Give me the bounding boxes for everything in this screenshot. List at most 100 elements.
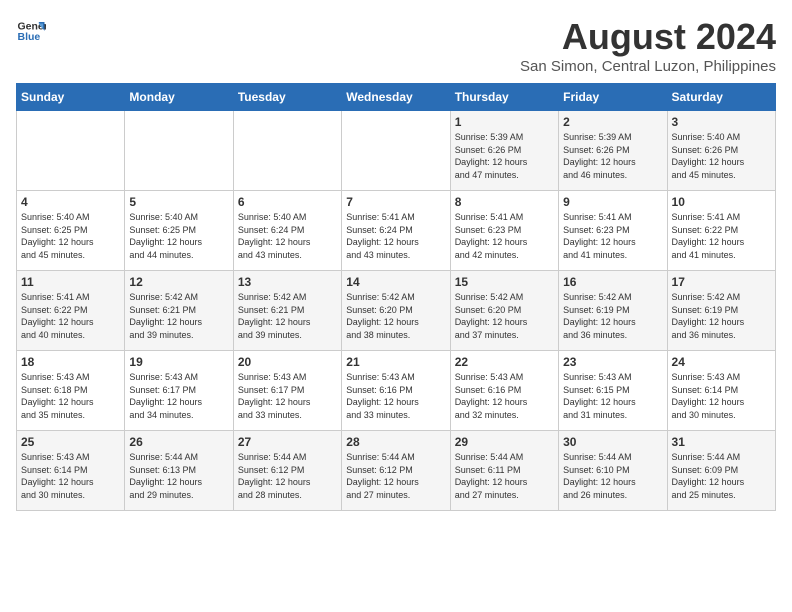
weekday-header-thursday: Thursday: [450, 84, 558, 111]
calendar-table: SundayMondayTuesdayWednesdayThursdayFrid…: [16, 83, 776, 511]
location: San Simon, Central Luzon, Philippines: [520, 58, 776, 75]
day-info: Sunrise: 5:43 AM Sunset: 6:15 PM Dayligh…: [563, 371, 662, 421]
month-year: August 2024: [520, 16, 776, 58]
weekday-header-wednesday: Wednesday: [342, 84, 450, 111]
day-number: 9: [563, 195, 662, 209]
calendar-cell: 23 Sunrise: 5:43 AM Sunset: 6:15 PM Dayli…: [559, 351, 667, 431]
day-number: 4: [21, 195, 120, 209]
day-number: 16: [563, 275, 662, 289]
calendar-cell: 27Sunrise: 5:44 AM Sunset: 6:12 PM Dayli…: [233, 431, 341, 511]
day-info: Sunrise: 5:42 AM Sunset: 6:20 PM Dayligh…: [455, 291, 554, 341]
calendar-cell: 8Sunrise: 5:41 AM Sunset: 6:23 PM Daylig…: [450, 191, 558, 271]
calendar-cell: 21 Sunrise: 5:43 AM Sunset: 6:16 PM Dayli…: [342, 351, 450, 431]
calendar-cell: 14 Sunrise: 5:42 AM Sunset: 6:20 PM Dayli…: [342, 271, 450, 351]
day-number: 6: [238, 195, 337, 209]
day-info: Sunrise: 5:41 AM Sunset: 6:22 PM Dayligh…: [672, 211, 771, 261]
day-info: Sunrise: 5:41 AM Sunset: 6:23 PM Dayligh…: [455, 211, 554, 261]
day-info: Sunrise: 5:42 AM Sunset: 6:19 PM Dayligh…: [672, 291, 771, 341]
calendar-week-1: 1Sunrise: 5:39 AM Sunset: 6:26 PM Daylig…: [17, 111, 776, 191]
day-number: 15: [455, 275, 554, 289]
calendar-cell: 22 Sunrise: 5:43 AM Sunset: 6:16 PM Dayli…: [450, 351, 558, 431]
day-number: 3: [672, 115, 771, 129]
day-info: Sunrise: 5:44 AM Sunset: 6:11 PM Dayligh…: [455, 451, 554, 501]
weekday-header-saturday: Saturday: [667, 84, 775, 111]
day-number: 30: [563, 435, 662, 449]
day-number: 25: [21, 435, 120, 449]
day-number: 13: [238, 275, 337, 289]
calendar-cell: 25 Sunrise: 5:43 AM Sunset: 6:14 PM Dayli…: [17, 431, 125, 511]
calendar-week-3: 11 Sunrise: 5:41 AM Sunset: 6:22 PM Dayli…: [17, 271, 776, 351]
calendar-cell: 19 Sunrise: 5:43 AM Sunset: 6:17 PM Dayli…: [125, 351, 233, 431]
day-info: Sunrise: 5:44 AM Sunset: 6:12 PM Dayligh…: [238, 451, 337, 501]
day-info: Sunrise: 5:41 AM Sunset: 6:22 PM Dayligh…: [21, 291, 120, 341]
calendar-cell: 7Sunrise: 5:41 AM Sunset: 6:24 PM Daylig…: [342, 191, 450, 271]
calendar-cell: 29 Sunrise: 5:44 AM Sunset: 6:11 PM Dayli…: [450, 431, 558, 511]
calendar-week-4: 18Sunrise: 5:43 AM Sunset: 6:18 PM Dayli…: [17, 351, 776, 431]
day-number: 14: [346, 275, 445, 289]
day-number: 18: [21, 355, 120, 369]
calendar-cell: 10 Sunrise: 5:41 AM Sunset: 6:22 PM Dayli…: [667, 191, 775, 271]
day-info: Sunrise: 5:43 AM Sunset: 6:14 PM Dayligh…: [21, 451, 120, 501]
calendar-cell: [233, 111, 341, 191]
calendar-cell: 17Sunrise: 5:42 AM Sunset: 6:19 PM Dayli…: [667, 271, 775, 351]
day-info: Sunrise: 5:44 AM Sunset: 6:10 PM Dayligh…: [563, 451, 662, 501]
page-header: General Blue August 2024 San Simon, Cent…: [16, 16, 776, 75]
weekday-header-row: SundayMondayTuesdayWednesdayThursdayFrid…: [17, 84, 776, 111]
weekday-header-tuesday: Tuesday: [233, 84, 341, 111]
svg-text:Blue: Blue: [18, 31, 41, 43]
calendar-cell: 3 Sunrise: 5:40 AM Sunset: 6:26 PM Daylig…: [667, 111, 775, 191]
day-info: Sunrise: 5:43 AM Sunset: 6:14 PM Dayligh…: [672, 371, 771, 421]
calendar-cell: 1Sunrise: 5:39 AM Sunset: 6:26 PM Daylig…: [450, 111, 558, 191]
day-number: 19: [129, 355, 228, 369]
logo-icon: General Blue: [16, 16, 46, 46]
day-info: Sunrise: 5:40 AM Sunset: 6:24 PM Dayligh…: [238, 211, 337, 261]
day-number: 20: [238, 355, 337, 369]
day-number: 12: [129, 275, 228, 289]
calendar-cell: 20Sunrise: 5:43 AM Sunset: 6:17 PM Dayli…: [233, 351, 341, 431]
calendar-cell: 5 Sunrise: 5:40 AM Sunset: 6:25 PM Daylig…: [125, 191, 233, 271]
day-number: 24: [672, 355, 771, 369]
day-number: 23: [563, 355, 662, 369]
day-info: Sunrise: 5:42 AM Sunset: 6:21 PM Dayligh…: [238, 291, 337, 341]
logo: General Blue: [16, 16, 46, 46]
day-number: 22: [455, 355, 554, 369]
calendar-cell: [125, 111, 233, 191]
day-info: Sunrise: 5:44 AM Sunset: 6:12 PM Dayligh…: [346, 451, 445, 501]
calendar-cell: 24 Sunrise: 5:43 AM Sunset: 6:14 PM Dayli…: [667, 351, 775, 431]
day-info: Sunrise: 5:40 AM Sunset: 6:25 PM Dayligh…: [129, 211, 228, 261]
day-info: Sunrise: 5:40 AM Sunset: 6:26 PM Dayligh…: [672, 131, 771, 181]
weekday-header-sunday: Sunday: [17, 84, 125, 111]
calendar-cell: 26 Sunrise: 5:44 AM Sunset: 6:13 PM Dayli…: [125, 431, 233, 511]
day-info: Sunrise: 5:43 AM Sunset: 6:16 PM Dayligh…: [455, 371, 554, 421]
day-number: 28: [346, 435, 445, 449]
day-info: Sunrise: 5:44 AM Sunset: 6:13 PM Dayligh…: [129, 451, 228, 501]
day-info: Sunrise: 5:43 AM Sunset: 6:17 PM Dayligh…: [129, 371, 228, 421]
day-info: Sunrise: 5:39 AM Sunset: 6:26 PM Dayligh…: [563, 131, 662, 181]
day-info: Sunrise: 5:44 AM Sunset: 6:09 PM Dayligh…: [672, 451, 771, 501]
day-number: 7: [346, 195, 445, 209]
calendar-cell: 6 Sunrise: 5:40 AM Sunset: 6:24 PM Daylig…: [233, 191, 341, 271]
day-number: 31: [672, 435, 771, 449]
weekday-header-friday: Friday: [559, 84, 667, 111]
day-info: Sunrise: 5:42 AM Sunset: 6:19 PM Dayligh…: [563, 291, 662, 341]
day-number: 10: [672, 195, 771, 209]
calendar-cell: 9 Sunrise: 5:41 AM Sunset: 6:23 PM Daylig…: [559, 191, 667, 271]
day-info: Sunrise: 5:42 AM Sunset: 6:20 PM Dayligh…: [346, 291, 445, 341]
day-info: Sunrise: 5:43 AM Sunset: 6:16 PM Dayligh…: [346, 371, 445, 421]
calendar-week-2: 4 Sunrise: 5:40 AM Sunset: 6:25 PM Daylig…: [17, 191, 776, 271]
day-number: 29: [455, 435, 554, 449]
day-info: Sunrise: 5:39 AM Sunset: 6:26 PM Dayligh…: [455, 131, 554, 181]
day-number: 26: [129, 435, 228, 449]
calendar-cell: [342, 111, 450, 191]
title-block: August 2024 San Simon, Central Luzon, Ph…: [520, 16, 776, 75]
calendar-week-5: 25 Sunrise: 5:43 AM Sunset: 6:14 PM Dayli…: [17, 431, 776, 511]
calendar-cell: [17, 111, 125, 191]
day-number: 11: [21, 275, 120, 289]
day-number: 5: [129, 195, 228, 209]
calendar-cell: 13 Sunrise: 5:42 AM Sunset: 6:21 PM Dayli…: [233, 271, 341, 351]
day-number: 21: [346, 355, 445, 369]
calendar-cell: 15 Sunrise: 5:42 AM Sunset: 6:20 PM Dayli…: [450, 271, 558, 351]
day-info: Sunrise: 5:42 AM Sunset: 6:21 PM Dayligh…: [129, 291, 228, 341]
day-info: Sunrise: 5:40 AM Sunset: 6:25 PM Dayligh…: [21, 211, 120, 261]
day-info: Sunrise: 5:41 AM Sunset: 6:23 PM Dayligh…: [563, 211, 662, 261]
